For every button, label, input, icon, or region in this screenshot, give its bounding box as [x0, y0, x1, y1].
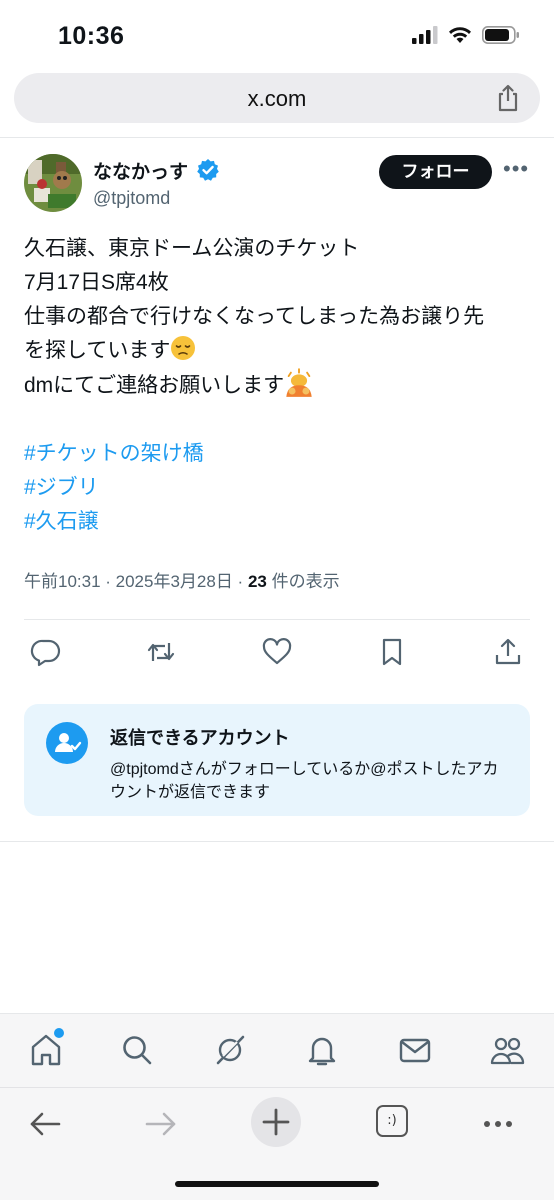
- post-text-segment: dmにてご連絡お願いします: [24, 374, 285, 397]
- reply-restriction-description: @tpjtomdさんがフォローしているか@ポストしたアカウントが返信できます: [110, 761, 499, 801]
- reply-restriction-icon: [46, 722, 88, 764]
- reply-restriction-notice: 返信できるアカウント @tpjtomdさんがフォローしているか@ポストしたアカウ…: [24, 704, 530, 816]
- more-options-button[interactable]: •••: [503, 158, 529, 184]
- post-text-line: を探しています: [24, 334, 534, 368]
- home-indicator: [175, 1181, 379, 1187]
- post-text-line: dmにてご連絡お願いします: [24, 368, 534, 402]
- hashtag-link[interactable]: #久石譲: [24, 505, 204, 539]
- post-text-line: 久石譲、東京ドーム公演のチケット: [24, 237, 360, 260]
- share-icon[interactable]: [494, 83, 522, 113]
- follow-button[interactable]: フォロー: [379, 155, 492, 189]
- divider: [0, 841, 554, 842]
- notification-dot: [54, 1028, 64, 1038]
- search-icon[interactable]: [119, 1032, 155, 1068]
- notifications-icon[interactable]: [304, 1032, 340, 1068]
- hashtag-list: #チケットの架け橋 #ジブリ #久石譲: [24, 437, 204, 539]
- address-bar[interactable]: x.com: [14, 73, 540, 123]
- forward-arrow-icon[interactable]: [141, 1104, 181, 1144]
- grok-icon[interactable]: [212, 1032, 248, 1068]
- plus-icon: [262, 1108, 290, 1136]
- app-tab-bar: [0, 1013, 554, 1087]
- pensive-face-emoji-icon: [171, 336, 196, 360]
- person-bowing-emoji-icon: [286, 368, 312, 397]
- like-icon[interactable]: [261, 636, 293, 668]
- wifi-icon: [449, 27, 471, 43]
- avatar[interactable]: [24, 154, 82, 212]
- post-actions: [0, 636, 554, 672]
- user-handle[interactable]: @tpjtomd: [93, 188, 170, 209]
- status-icons: [412, 26, 520, 44]
- back-arrow-icon[interactable]: [25, 1104, 65, 1144]
- post-text-line: 仕事の都合で行けなくなってしまった為お譲り先: [24, 305, 485, 328]
- share-icon[interactable]: [492, 636, 524, 668]
- hashtag-link[interactable]: #ジブリ: [24, 471, 204, 505]
- messages-icon[interactable]: [397, 1032, 433, 1068]
- reply-icon[interactable]: [30, 636, 62, 668]
- views-label: 件の表示: [266, 572, 340, 591]
- divider: [0, 137, 554, 138]
- reply-restriction-title: 返信できるアカウント: [110, 728, 290, 748]
- battery-icon: [482, 26, 519, 44]
- bookmark-icon[interactable]: [376, 636, 408, 668]
- status-time: 10:36: [58, 22, 125, 50]
- post-text: 久石譲、東京ドーム公演のチケット 7月17日S席4枚 仕事の都合で行けなくなって…: [24, 232, 534, 402]
- divider: [24, 619, 530, 620]
- more-dots-icon[interactable]: [480, 1104, 520, 1144]
- post-text-line: 7月17日S席4枚: [24, 271, 169, 294]
- cellular-signal-icon: [412, 26, 438, 44]
- views-count: 23: [247, 572, 267, 591]
- display-name[interactable]: ななかっす: [93, 157, 188, 184]
- hashtag-link[interactable]: #チケットの架け橋: [24, 437, 204, 471]
- tabs-button[interactable]: :): [376, 1105, 408, 1137]
- new-tab-button[interactable]: [251, 1097, 301, 1147]
- verified-badge-icon: [197, 159, 219, 181]
- post-text-segment: を探しています: [24, 339, 171, 362]
- status-bar: 10:36: [0, 0, 554, 70]
- repost-icon[interactable]: [145, 636, 177, 668]
- post-timestamp[interactable]: 午前10:31 · 2025年3月28日 ·: [24, 572, 248, 591]
- post-meta: 午前10:31 · 2025年3月28日 · 23 件の表示: [24, 567, 340, 592]
- communities-icon[interactable]: [489, 1032, 525, 1068]
- url-text[interactable]: x.com: [14, 86, 540, 112]
